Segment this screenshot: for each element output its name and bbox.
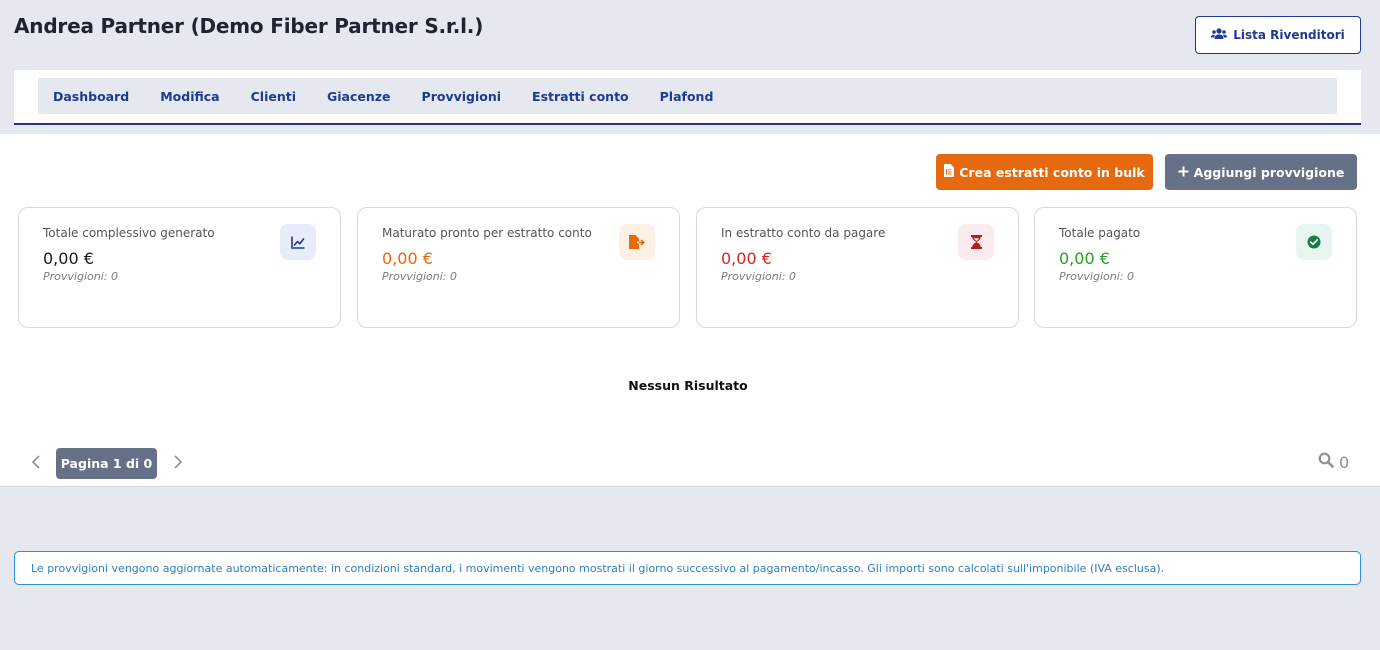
card-count: Provvigioni: 0 [1059, 270, 1134, 283]
bulk-statements-button[interactable]: Crea estratti conto in bulk [936, 154, 1153, 190]
chevron-right-icon [174, 454, 183, 473]
next-page-button[interactable] [170, 453, 186, 473]
nav-item-estratti-conto[interactable]: Estratti conto [532, 89, 629, 104]
hourglass-icon [958, 224, 994, 260]
main-panel: Crea estratti conto in bulk Aggiungi pro… [0, 134, 1380, 487]
reseller-list-label: Lista Rivenditori [1233, 28, 1345, 42]
no-results-message: Nessun Risultato [628, 378, 748, 393]
nav-bar: Dashboard Modifica Clienti Giacenze Prov… [38, 78, 1337, 114]
card-value: 0,00 € [43, 249, 94, 268]
prev-page-button[interactable] [28, 453, 44, 473]
stat-card-total-generated: Totale complessivo generato 0,00 € Provv… [18, 207, 341, 328]
card-value: 0,00 € [721, 249, 772, 268]
nav-item-clienti[interactable]: Clienti [251, 89, 296, 104]
info-alert: Le provvigioni vengono aggiornate automa… [14, 551, 1361, 585]
plus-icon [1178, 165, 1189, 180]
info-alert-text: Le provvigioni vengono aggiornate automa… [31, 561, 1165, 575]
search-results-counter[interactable]: 0 [1318, 452, 1349, 472]
nav-item-plafond[interactable]: Plafond [660, 89, 714, 104]
stat-card-to-be-paid: In estratto conto da pagare 0,00 € Provv… [696, 207, 1019, 328]
add-commission-label: Aggiungi provvigione [1193, 164, 1345, 180]
search-icon [1318, 452, 1334, 472]
card-label: Totale complessivo generato [43, 226, 215, 240]
card-label: Totale pagato [1059, 226, 1141, 240]
reseller-list-button[interactable]: Lista Rivenditori [1195, 16, 1361, 54]
card-value: 0,00 € [1059, 249, 1110, 268]
add-commission-button[interactable]: Aggiungi provvigione [1165, 154, 1357, 190]
chevron-left-icon [31, 454, 40, 473]
card-count: Provvigioni: 0 [721, 270, 796, 283]
nav-item-dashboard[interactable]: Dashboard [53, 89, 129, 104]
card-label: Maturato pronto per estratto conto [382, 226, 592, 240]
nav-container: Dashboard Modifica Clienti Giacenze Prov… [14, 70, 1361, 125]
stat-card-ready-for-statement: Maturato pronto per estratto conto 0,00 … [357, 207, 680, 328]
card-count: Provvigioni: 0 [382, 270, 457, 283]
card-value: 0,00 € [382, 249, 433, 268]
users-icon [1211, 27, 1228, 43]
stat-card-total-paid: Totale pagato 0,00 € Provvigioni: 0 [1034, 207, 1357, 328]
file-export-icon [619, 224, 655, 260]
page-indicator: Pagina 1 di 0 [56, 448, 157, 479]
search-count-value: 0 [1339, 452, 1350, 472]
page-title: Andrea Partner (Demo Fiber Partner S.r.l… [14, 14, 484, 38]
card-count: Provvigioni: 0 [43, 270, 118, 283]
file-invoice-icon [944, 164, 955, 180]
bulk-statements-label: Crea estratti conto in bulk [959, 164, 1145, 180]
chart-line-icon [280, 224, 316, 260]
check-circle-icon [1296, 224, 1332, 260]
nav-item-provvigioni[interactable]: Provvigioni [422, 89, 502, 104]
nav-item-modifica[interactable]: Modifica [160, 89, 219, 104]
nav-item-giacenze[interactable]: Giacenze [327, 89, 391, 104]
card-label: In estratto conto da pagare [721, 226, 886, 240]
